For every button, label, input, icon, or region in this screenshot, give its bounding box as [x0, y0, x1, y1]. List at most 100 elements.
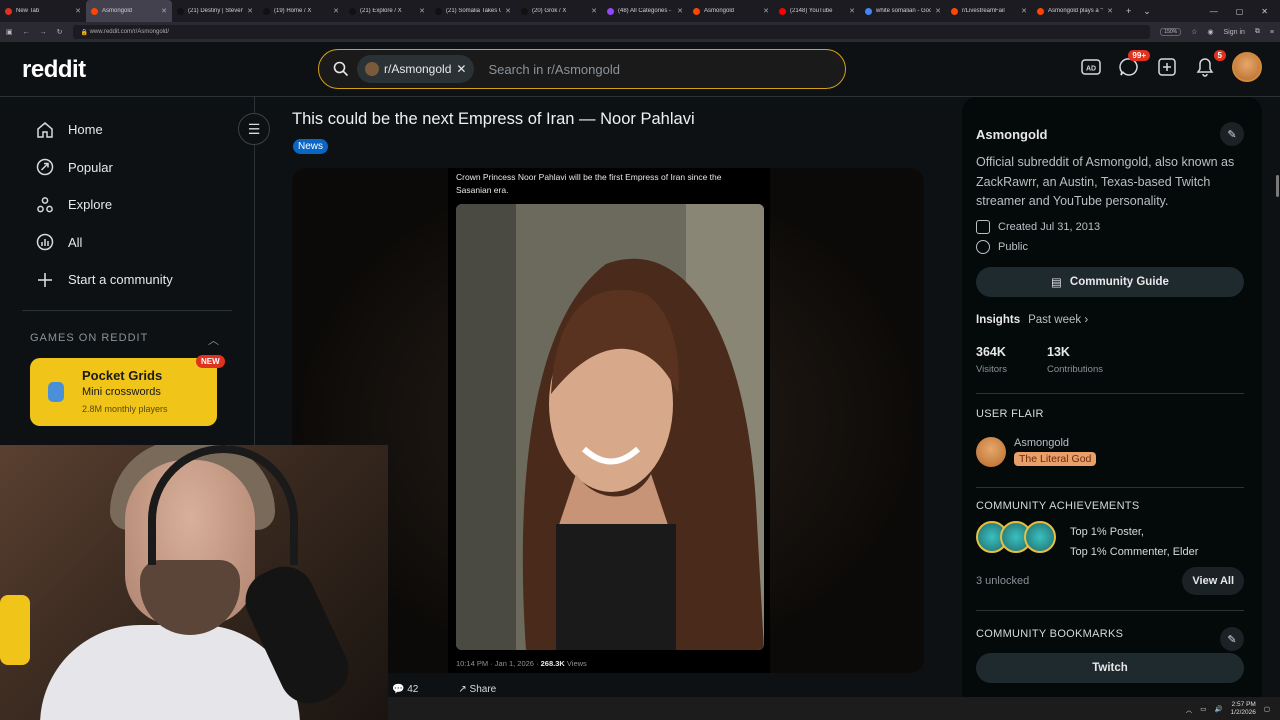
tab-close-icon[interactable]: ✕ — [763, 7, 769, 15]
contributions-value: 13K — [1047, 345, 1070, 359]
sidebar-toggle-icon[interactable]: ▣ — [6, 28, 13, 36]
browser-tab[interactable]: (21) Destiny | Steven B✕ — [172, 0, 258, 22]
section-divider — [976, 393, 1244, 394]
new-tab-icon[interactable]: + — [1126, 6, 1131, 16]
minimize-icon[interactable]: — — [1210, 7, 1218, 16]
os-taskbar: ︿ ▭ 🔊 2:57 PM 1/2/2026 ▢ — [388, 697, 1280, 720]
advertise-icon[interactable]: AD — [1080, 56, 1102, 78]
view-all-button[interactable]: View All — [1182, 567, 1244, 595]
sidebar-item-popular[interactable]: Popular — [0, 149, 254, 187]
tab-title: (21) Somalia Takes US — [446, 8, 502, 14]
collapse-sidebar-button[interactable]: ☰ — [238, 113, 270, 145]
tab-title: Asmongold plays a "v — [1048, 8, 1104, 14]
game-card-pocket-grids[interactable]: Pocket Grids Mini crosswords 2.8M monthl… — [30, 358, 217, 426]
create-post-icon[interactable] — [1156, 56, 1178, 78]
extensions-icon[interactable]: ⧉ — [1255, 28, 1260, 36]
browser-tab[interactable]: (48) All Categories - T ✕ — [602, 0, 688, 22]
clock-time: 2:57 PM — [1231, 700, 1256, 708]
bookmark-star-icon[interactable]: ☆ — [1191, 28, 1197, 36]
tray-chevron-icon[interactable]: ︿ — [1186, 704, 1193, 714]
tab-title: (48) All Categories - T — [618, 8, 674, 14]
achievement-badge-icon — [1024, 521, 1056, 553]
forward-icon[interactable]: → — [40, 29, 47, 36]
insights-period-dropdown[interactable]: Past week › — [1028, 314, 1088, 326]
browser-tab[interactable]: Asmongold ✕ — [688, 0, 774, 22]
browser-tab[interactable]: Asmongold plays a "v ✕ — [1032, 0, 1118, 22]
tab-close-icon[interactable]: ✕ — [849, 7, 855, 15]
tab-close-icon[interactable]: ✕ — [935, 7, 941, 15]
games-section-header[interactable]: GAMES ON REDDIT ︿ — [30, 332, 220, 348]
browser-tab[interactable]: New Tab ✕ — [0, 0, 86, 22]
browser-tab[interactable]: (21) Explore / X ✕ — [344, 0, 430, 22]
visitors-stat: 364K Visitors — [976, 345, 1007, 375]
search-input[interactable]: Search in r/Asmongold — [488, 62, 620, 77]
account-icon[interactable]: ◉ — [1207, 28, 1213, 36]
achievement-badges[interactable] — [976, 521, 1056, 553]
notification-center-icon[interactable]: ▢ — [1264, 705, 1270, 713]
reddit-logo[interactable]: reddit — [22, 56, 86, 84]
search-bar[interactable]: r/Asmongold ✕ Search in r/Asmongold — [318, 49, 846, 89]
close-window-icon[interactable]: ✕ — [1261, 7, 1268, 16]
maximize-icon[interactable]: ▢ — [1236, 7, 1244, 16]
user-flair-row[interactable]: Asmongold The Literal God — [976, 437, 1097, 467]
page-scrollbar[interactable] — [1276, 175, 1279, 197]
reload-icon[interactable]: ↻ — [57, 28, 63, 36]
tab-close-icon[interactable]: ✕ — [1021, 7, 1027, 15]
tab-favicon-icon — [263, 7, 270, 15]
search-scope-label: r/Asmongold — [384, 62, 452, 76]
edit-pencil-icon[interactable]: ✎ — [1220, 122, 1244, 146]
cake-icon — [976, 220, 990, 234]
post-title[interactable]: This could be the next Empress of Iran —… — [292, 110, 695, 129]
menu-icon[interactable]: ≡ — [1270, 29, 1274, 36]
share-button[interactable]: ↗ Share — [458, 684, 496, 695]
notification-badge: 5 — [1213, 50, 1226, 61]
zoom-level[interactable]: 150% — [1160, 28, 1182, 36]
network-icon[interactable]: ▭ — [1200, 705, 1206, 713]
clock-date: 1/2/2026 — [1230, 708, 1256, 716]
sidebar-item-label: Popular — [68, 159, 113, 175]
browser-tab[interactable]: (20) Grok / X ✕ — [516, 0, 602, 22]
address-bar[interactable]: 🔒 www.reddit.com/r/Asmongold/ — [72, 25, 1151, 39]
volume-icon[interactable]: 🔊 — [1214, 705, 1222, 713]
sidebar-item-home[interactable]: Home — [0, 111, 254, 149]
notification-bell-icon[interactable]: 5 — [1194, 50, 1226, 78]
browser-tab[interactable]: r/LivestreamFail ✕ — [946, 0, 1032, 22]
sidebar-item-all[interactable]: All — [0, 224, 254, 262]
post-flair[interactable]: News — [293, 139, 329, 154]
insights-label: Insights — [976, 314, 1021, 326]
sidebar-item-explore[interactable]: Explore — [0, 186, 254, 224]
bookmark-twitch-button[interactable]: Twitch — [976, 653, 1244, 683]
tab-close-icon[interactable]: ✕ — [591, 7, 597, 15]
tab-close-icon[interactable]: ✕ — [505, 7, 511, 15]
comments-button[interactable]: 💬 42 — [392, 684, 418, 695]
browser-tab[interactable]: (21) Somalia Takes US ✕ — [430, 0, 516, 22]
sign-in-link[interactable]: Sign in — [1224, 29, 1245, 36]
edit-pencil-icon[interactable]: ✎ — [1220, 627, 1244, 651]
back-icon[interactable]: ← — [23, 29, 30, 36]
system-clock[interactable]: 2:57 PM 1/2/2026 — [1231, 701, 1256, 717]
tab-title: (21) Explore / X — [360, 8, 402, 14]
community-guide-button[interactable]: ▤ Community Guide — [976, 267, 1244, 297]
browser-tab[interactable]: (19) Home / X ✕ — [258, 0, 344, 22]
close-icon[interactable]: ✕ — [456, 62, 466, 76]
browser-tab[interactable]: white somalian - Goo ✕ — [860, 0, 946, 22]
chevron-up-icon[interactable]: ︿ — [208, 332, 220, 348]
tab-close-icon[interactable]: ✕ — [247, 7, 253, 15]
tab-close-icon[interactable]: ✕ — [419, 7, 425, 15]
browser-tab[interactable]: Asmongold ✕ — [86, 0, 172, 22]
chevron-right-icon: › — [1084, 314, 1089, 326]
chat-icon[interactable]: 99+ — [1118, 50, 1150, 78]
browser-tab[interactable]: (2148) YouTube ✕ — [774, 0, 860, 22]
user-avatar[interactable] — [1232, 52, 1262, 82]
tab-close-icon[interactable]: ✕ — [161, 7, 167, 15]
tab-close-icon[interactable]: ✕ — [333, 7, 339, 15]
tab-list-icon[interactable]: ⌄ — [1143, 6, 1151, 17]
user-flair-header: USER FLAIR — [976, 408, 1044, 420]
home-icon — [36, 121, 54, 139]
search-scope-chip[interactable]: r/Asmongold ✕ — [357, 55, 475, 83]
tab-close-icon[interactable]: ✕ — [75, 7, 81, 15]
tweet-views-label: Views — [564, 659, 587, 668]
tab-close-icon[interactable]: ✕ — [677, 7, 683, 15]
tab-close-icon[interactable]: ✕ — [1107, 7, 1113, 15]
sidebar-item-start-a-community[interactable]: Start a community — [0, 261, 254, 299]
